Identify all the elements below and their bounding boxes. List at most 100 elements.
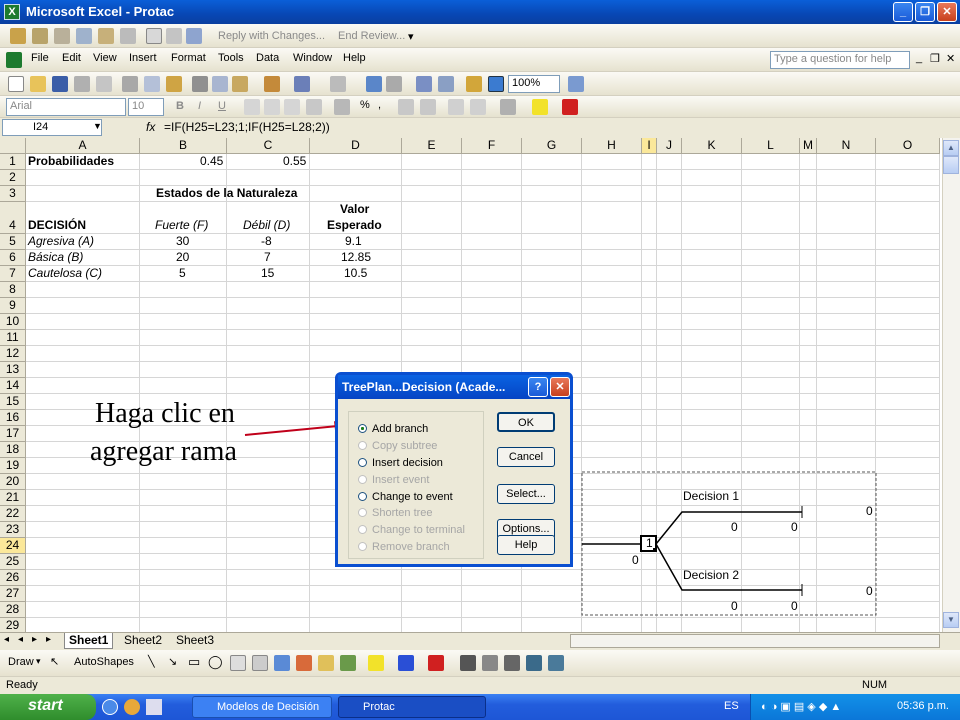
dialog-help-button[interactable]: ?: [528, 377, 548, 397]
decrease-indent-icon[interactable]: [448, 99, 464, 115]
first-sheet-button[interactable]: ◂: [4, 634, 9, 645]
oval-tool-icon[interactable]: ◯: [208, 654, 223, 670]
email-icon[interactable]: [96, 76, 112, 92]
align-right-icon[interactable]: [284, 99, 300, 115]
clipart-icon[interactable]: [318, 655, 334, 671]
copy-icon[interactable]: [212, 76, 228, 92]
drawing-icon[interactable]: [488, 76, 504, 92]
align-left-icon[interactable]: [244, 99, 260, 115]
new-icon[interactable]: [8, 76, 24, 92]
arrow-style-icon[interactable]: [504, 655, 520, 671]
merge-center-icon[interactable]: [306, 99, 322, 115]
vertical-textbox-icon[interactable]: [252, 655, 268, 671]
menu-insert[interactable]: Insert: [129, 52, 157, 64]
diagram-icon[interactable]: [296, 655, 312, 671]
prev-sheet-button[interactable]: ◂: [18, 634, 23, 645]
textbox-icon[interactable]: [230, 655, 246, 671]
media-quicklaunch-icon[interactable]: [124, 699, 140, 715]
radio-insert-decision[interactable]: Insert decision: [358, 457, 443, 469]
menu-window[interactable]: Window: [293, 52, 332, 64]
draw-menu-arrow[interactable]: ▾: [36, 656, 41, 667]
reply-with-changes-button[interactable]: Reply with Changes...: [218, 30, 325, 42]
comma-button[interactable]: ,: [378, 99, 381, 111]
autosum-icon[interactable]: [386, 76, 402, 92]
paste-icon[interactable]: [232, 76, 248, 92]
desktop-quicklaunch-icon[interactable]: [146, 699, 162, 715]
menu-data[interactable]: Data: [256, 52, 279, 64]
wb-close-button[interactable]: ✕: [946, 52, 955, 65]
scroll-down-button[interactable]: ▼: [943, 612, 959, 628]
sort-ascending-icon[interactable]: [416, 76, 432, 92]
italic-button[interactable]: I: [198, 100, 201, 112]
radio-change-to-event[interactable]: Change to event: [358, 491, 453, 503]
ok-button[interactable]: OK: [497, 412, 555, 432]
insert-function-button[interactable]: fx: [146, 120, 155, 134]
arrow-tool-icon[interactable]: ↘: [168, 655, 177, 668]
track-changes-icon[interactable]: [146, 28, 162, 44]
rectangle-tool-icon[interactable]: ▭: [188, 654, 200, 670]
bold-button[interactable]: B: [176, 100, 184, 112]
chart-wizard-icon[interactable]: [466, 76, 482, 92]
3d-style-icon[interactable]: [548, 655, 564, 671]
draw-font-color-icon[interactable]: [428, 655, 444, 671]
radio-add-branch[interactable]: Add branch: [358, 423, 428, 435]
fill-color-icon[interactable]: [532, 99, 548, 115]
review-icon-5[interactable]: [98, 28, 114, 44]
excel-app-icon[interactable]: X: [4, 4, 20, 20]
borders-icon[interactable]: [500, 99, 516, 115]
vertical-scrollbar[interactable]: ▲ ▼: [942, 138, 960, 632]
scroll-thumb[interactable]: [943, 156, 959, 174]
language-indicator[interactable]: ES: [724, 700, 739, 712]
sort-descending-icon[interactable]: [438, 76, 454, 92]
percent-button[interactable]: %: [360, 99, 370, 111]
underline-button[interactable]: U: [218, 100, 226, 112]
review-icon-9[interactable]: [186, 28, 202, 44]
font-color-icon[interactable]: [562, 99, 578, 115]
shadow-style-icon[interactable]: [526, 655, 542, 671]
draw-fill-color-icon[interactable]: [368, 655, 384, 671]
autoshapes-menu[interactable]: AutoShapes: [74, 656, 134, 668]
minimize-button[interactable]: _: [893, 2, 913, 22]
permission-icon[interactable]: [74, 76, 90, 92]
restore-button[interactable]: ❐: [915, 2, 935, 22]
font-name-select[interactable]: Arial: [6, 98, 126, 116]
align-center-icon[interactable]: [264, 99, 280, 115]
scroll-up-button[interactable]: ▲: [943, 140, 959, 156]
wordart-icon[interactable]: [274, 655, 290, 671]
draw-menu[interactable]: Draw: [8, 656, 34, 668]
end-review-button[interactable]: End Review...: [338, 30, 405, 42]
taskbar-item-modelos[interactable]: Modelos de Decisión: [192, 696, 332, 718]
redo-icon[interactable]: [330, 76, 346, 92]
undo-icon[interactable]: [294, 76, 310, 92]
line-color-icon[interactable]: [398, 655, 414, 671]
line-style-icon[interactable]: [460, 655, 476, 671]
tab-sheet1[interactable]: Sheet1: [64, 633, 114, 649]
review-icon-4[interactable]: [76, 28, 92, 44]
last-sheet-button[interactable]: ▸: [46, 634, 51, 645]
review-icon-1[interactable]: [10, 28, 26, 44]
review-icon-6[interactable]: [120, 28, 136, 44]
spelling-icon[interactable]: [166, 76, 182, 92]
cancel-button[interactable]: Cancel: [497, 447, 555, 467]
close-button[interactable]: ✕: [937, 2, 957, 22]
picture-icon[interactable]: [340, 655, 356, 671]
wb-minimize-button[interactable]: _: [916, 52, 922, 64]
tray-icons[interactable]: ◐ ◑ ▣ ▤ ◈ ◆ ▲: [761, 700, 841, 713]
font-size-select[interactable]: 10: [128, 98, 164, 116]
dash-style-icon[interactable]: [482, 655, 498, 671]
hyperlink-icon[interactable]: [366, 76, 382, 92]
wb-restore-button[interactable]: ❐: [930, 52, 940, 65]
cut-icon[interactable]: [192, 76, 208, 92]
review-icon-8[interactable]: [166, 28, 182, 44]
menu-help[interactable]: Help: [343, 52, 366, 64]
dialog-close-button[interactable]: ✕: [550, 377, 570, 397]
save-icon[interactable]: [52, 76, 68, 92]
horizontal-scrollbar[interactable]: [570, 634, 940, 648]
toolbar-options-arrow[interactable]: ▾: [408, 30, 414, 43]
taskbar-item-protac[interactable]: Protac: [338, 696, 486, 718]
formula-input[interactable]: =IF(H25=L23;1;IF(H25=L28;2)): [164, 120, 330, 134]
print-preview-icon[interactable]: [144, 76, 160, 92]
line-tool-icon[interactable]: ╲: [148, 655, 155, 668]
open-icon[interactable]: [30, 76, 46, 92]
menu-format[interactable]: Format: [171, 52, 206, 64]
